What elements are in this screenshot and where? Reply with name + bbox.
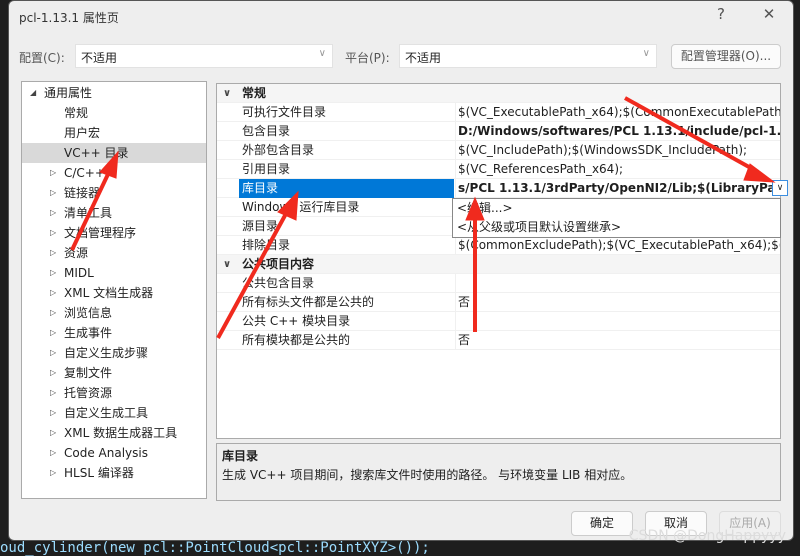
arrowhead-icon xyxy=(465,196,485,221)
annotation-arrows xyxy=(70,96,776,339)
arrow-to-lib-dirs xyxy=(216,209,290,339)
arrow-to-dropdown-button xyxy=(624,96,759,174)
arrowhead-icon xyxy=(99,150,119,179)
arrowhead-icon xyxy=(277,190,299,221)
arrowhead-icon xyxy=(743,163,776,183)
arrow-to-vc-dirs xyxy=(70,169,112,251)
